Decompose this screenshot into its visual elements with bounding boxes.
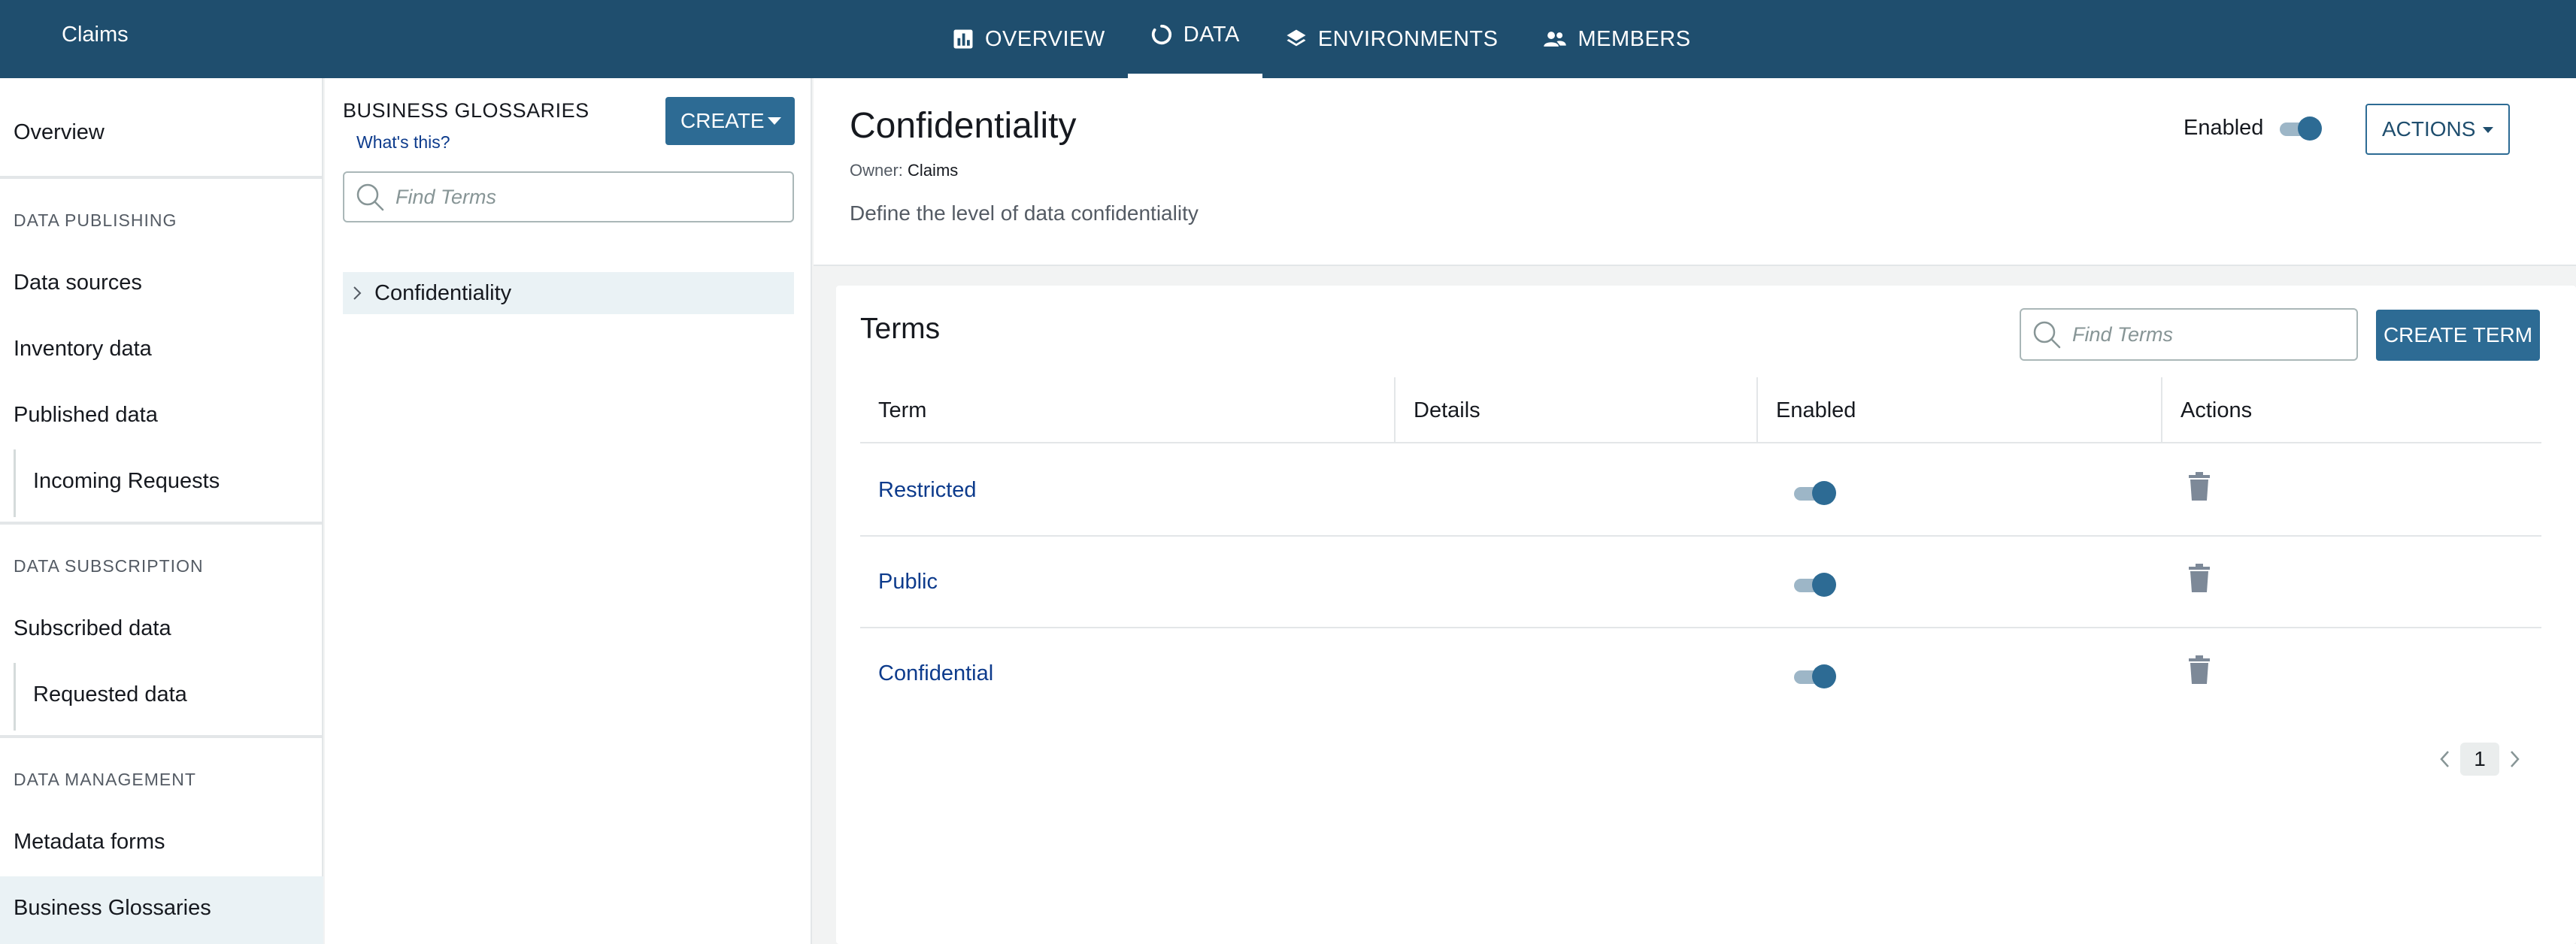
table-row: Public (860, 537, 2541, 628)
table-row: Restricted (860, 445, 2541, 537)
sidebar-sub-indent (14, 449, 16, 517)
tab-data-label: DATA (1183, 22, 1240, 47)
layers-icon (1286, 29, 1306, 47)
owner-value: Claims (908, 161, 959, 180)
owner-line: Owner: Claims (850, 161, 958, 180)
sidebar-item-overview[interactable]: Overview (14, 120, 105, 145)
create-dropdown-button[interactable]: CREATE (665, 97, 795, 145)
top-bar: Claims OVERVIEW DATA ENVIRONMENTS MEMBER… (0, 0, 2576, 78)
app-name[interactable]: Claims (62, 23, 129, 47)
trash-icon[interactable] (2188, 655, 2211, 684)
trash-icon[interactable] (2188, 564, 2211, 592)
terms-card: Terms CREATE TERM Term Details Enabled A… (836, 286, 2576, 944)
caret-down-icon (2483, 127, 2493, 133)
tab-data[interactable]: DATA (1127, 0, 1262, 78)
table-row: Confidential (860, 628, 2541, 720)
actions-button-label: ACTIONS (2382, 117, 2476, 141)
terms-table-header: Term Details Enabled Actions (860, 377, 2541, 443)
column-header-term[interactable]: Term (860, 377, 1394, 443)
glossary-panel: BUSINESS GLOSSARIES What's this? CREATE … (325, 78, 812, 944)
toggle-knob (1812, 664, 1836, 688)
sidebar-section-subscription: DATA SUBSCRIPTION (14, 556, 204, 576)
column-header-actions: Actions (2161, 377, 2541, 443)
glossary-tree-item-label: Confidentiality (374, 280, 512, 305)
chevron-left-icon[interactable] (2438, 748, 2453, 770)
people-icon (1544, 32, 1567, 47)
glossary-enabled-toggle[interactable] (2280, 116, 2323, 141)
pagination: 1 (2438, 743, 2522, 776)
glossary-search-box (343, 171, 794, 222)
column-header-enabled[interactable]: Enabled (1756, 377, 2161, 443)
sidebar-item-business-glossaries[interactable]: Business Glossaries (14, 896, 211, 921)
sidebar-divider (0, 522, 323, 525)
sidebar-section-publishing: DATA PUBLISHING (14, 210, 177, 230)
term-enabled-toggle[interactable] (1794, 573, 1836, 597)
tab-overview-label: OVERVIEW (985, 26, 1105, 51)
tab-environments-label: ENVIRONMENTS (1317, 26, 1499, 51)
glossary-tree-item[interactable]: Confidentiality (343, 272, 794, 314)
toggle-knob (2298, 116, 2323, 141)
enabled-label: Enabled (2184, 116, 2264, 140)
sidebar-item-incoming-requests[interactable]: Incoming Requests (33, 469, 220, 494)
bar-chart-icon (953, 29, 973, 49)
tab-environments[interactable]: ENVIRONMENTS (1262, 0, 1521, 78)
sidebar: Overview DATA PUBLISHING Data sources In… (0, 78, 323, 944)
sidebar-item-metadata-forms[interactable]: Metadata forms (14, 830, 165, 855)
glossary-description: Define the level of data confidentiality (850, 201, 1199, 225)
toggle-knob (1812, 481, 1836, 505)
sidebar-item-requested-data[interactable]: Requested data (33, 682, 187, 707)
caret-down-icon (768, 117, 781, 125)
glossary-panel-title: BUSINESS GLOSSARIES (343, 99, 589, 122)
term-link[interactable]: Confidential (878, 628, 993, 719)
page-title: Confidentiality (850, 106, 1077, 146)
term-enabled-toggle[interactable] (1794, 664, 1836, 688)
sidebar-item-subscribed-data[interactable]: Subscribed data (14, 616, 171, 641)
sidebar-item-published-data[interactable]: Published data (14, 403, 158, 428)
sidebar-section-management: DATA MANAGEMENT (14, 770, 196, 789)
trash-icon[interactable] (2188, 472, 2211, 501)
glossary-detail-header: Confidentiality Owner: Claims Define the… (814, 78, 2576, 266)
toggle-knob (1812, 573, 1836, 597)
terms-search-input[interactable] (2072, 322, 2341, 346)
tab-members-label: MEMBERS (1577, 26, 1691, 51)
chevron-right-icon[interactable] (352, 285, 362, 301)
sidebar-item-data-sources[interactable]: Data sources (14, 271, 142, 295)
terms-title: Terms (860, 313, 941, 345)
term-enabled-toggle[interactable] (1794, 481, 1836, 505)
sidebar-divider (0, 735, 323, 738)
glossary-search-input[interactable] (395, 185, 754, 209)
sidebar-item-inventory-data[interactable]: Inventory data (14, 337, 152, 362)
page-number[interactable]: 1 (2460, 743, 2499, 776)
column-header-details[interactable]: Details (1394, 377, 1756, 443)
circle-progress-icon (1151, 24, 1171, 45)
sidebar-sub-indent (14, 663, 16, 731)
term-link[interactable]: Public (878, 537, 938, 627)
tab-members[interactable]: MEMBERS (1520, 0, 1713, 78)
chevron-right-icon[interactable] (2507, 748, 2522, 770)
create-button-label: CREATE (680, 109, 765, 132)
term-link[interactable]: Restricted (878, 445, 977, 535)
terms-search-box (2020, 308, 2358, 361)
sidebar-divider (0, 176, 323, 179)
tab-overview[interactable]: OVERVIEW (929, 0, 1128, 78)
owner-label: Owner: (850, 161, 903, 180)
whats-this-link[interactable]: What's this? (356, 132, 450, 153)
search-icon (2033, 321, 2061, 349)
top-nav: OVERVIEW DATA ENVIRONMENTS MEMBERS (929, 0, 1714, 78)
enabled-control: Enabled (2184, 116, 2323, 141)
create-term-button[interactable]: CREATE TERM (2376, 310, 2540, 361)
search-icon (356, 183, 384, 211)
actions-dropdown-button[interactable]: ACTIONS (2365, 104, 2510, 155)
